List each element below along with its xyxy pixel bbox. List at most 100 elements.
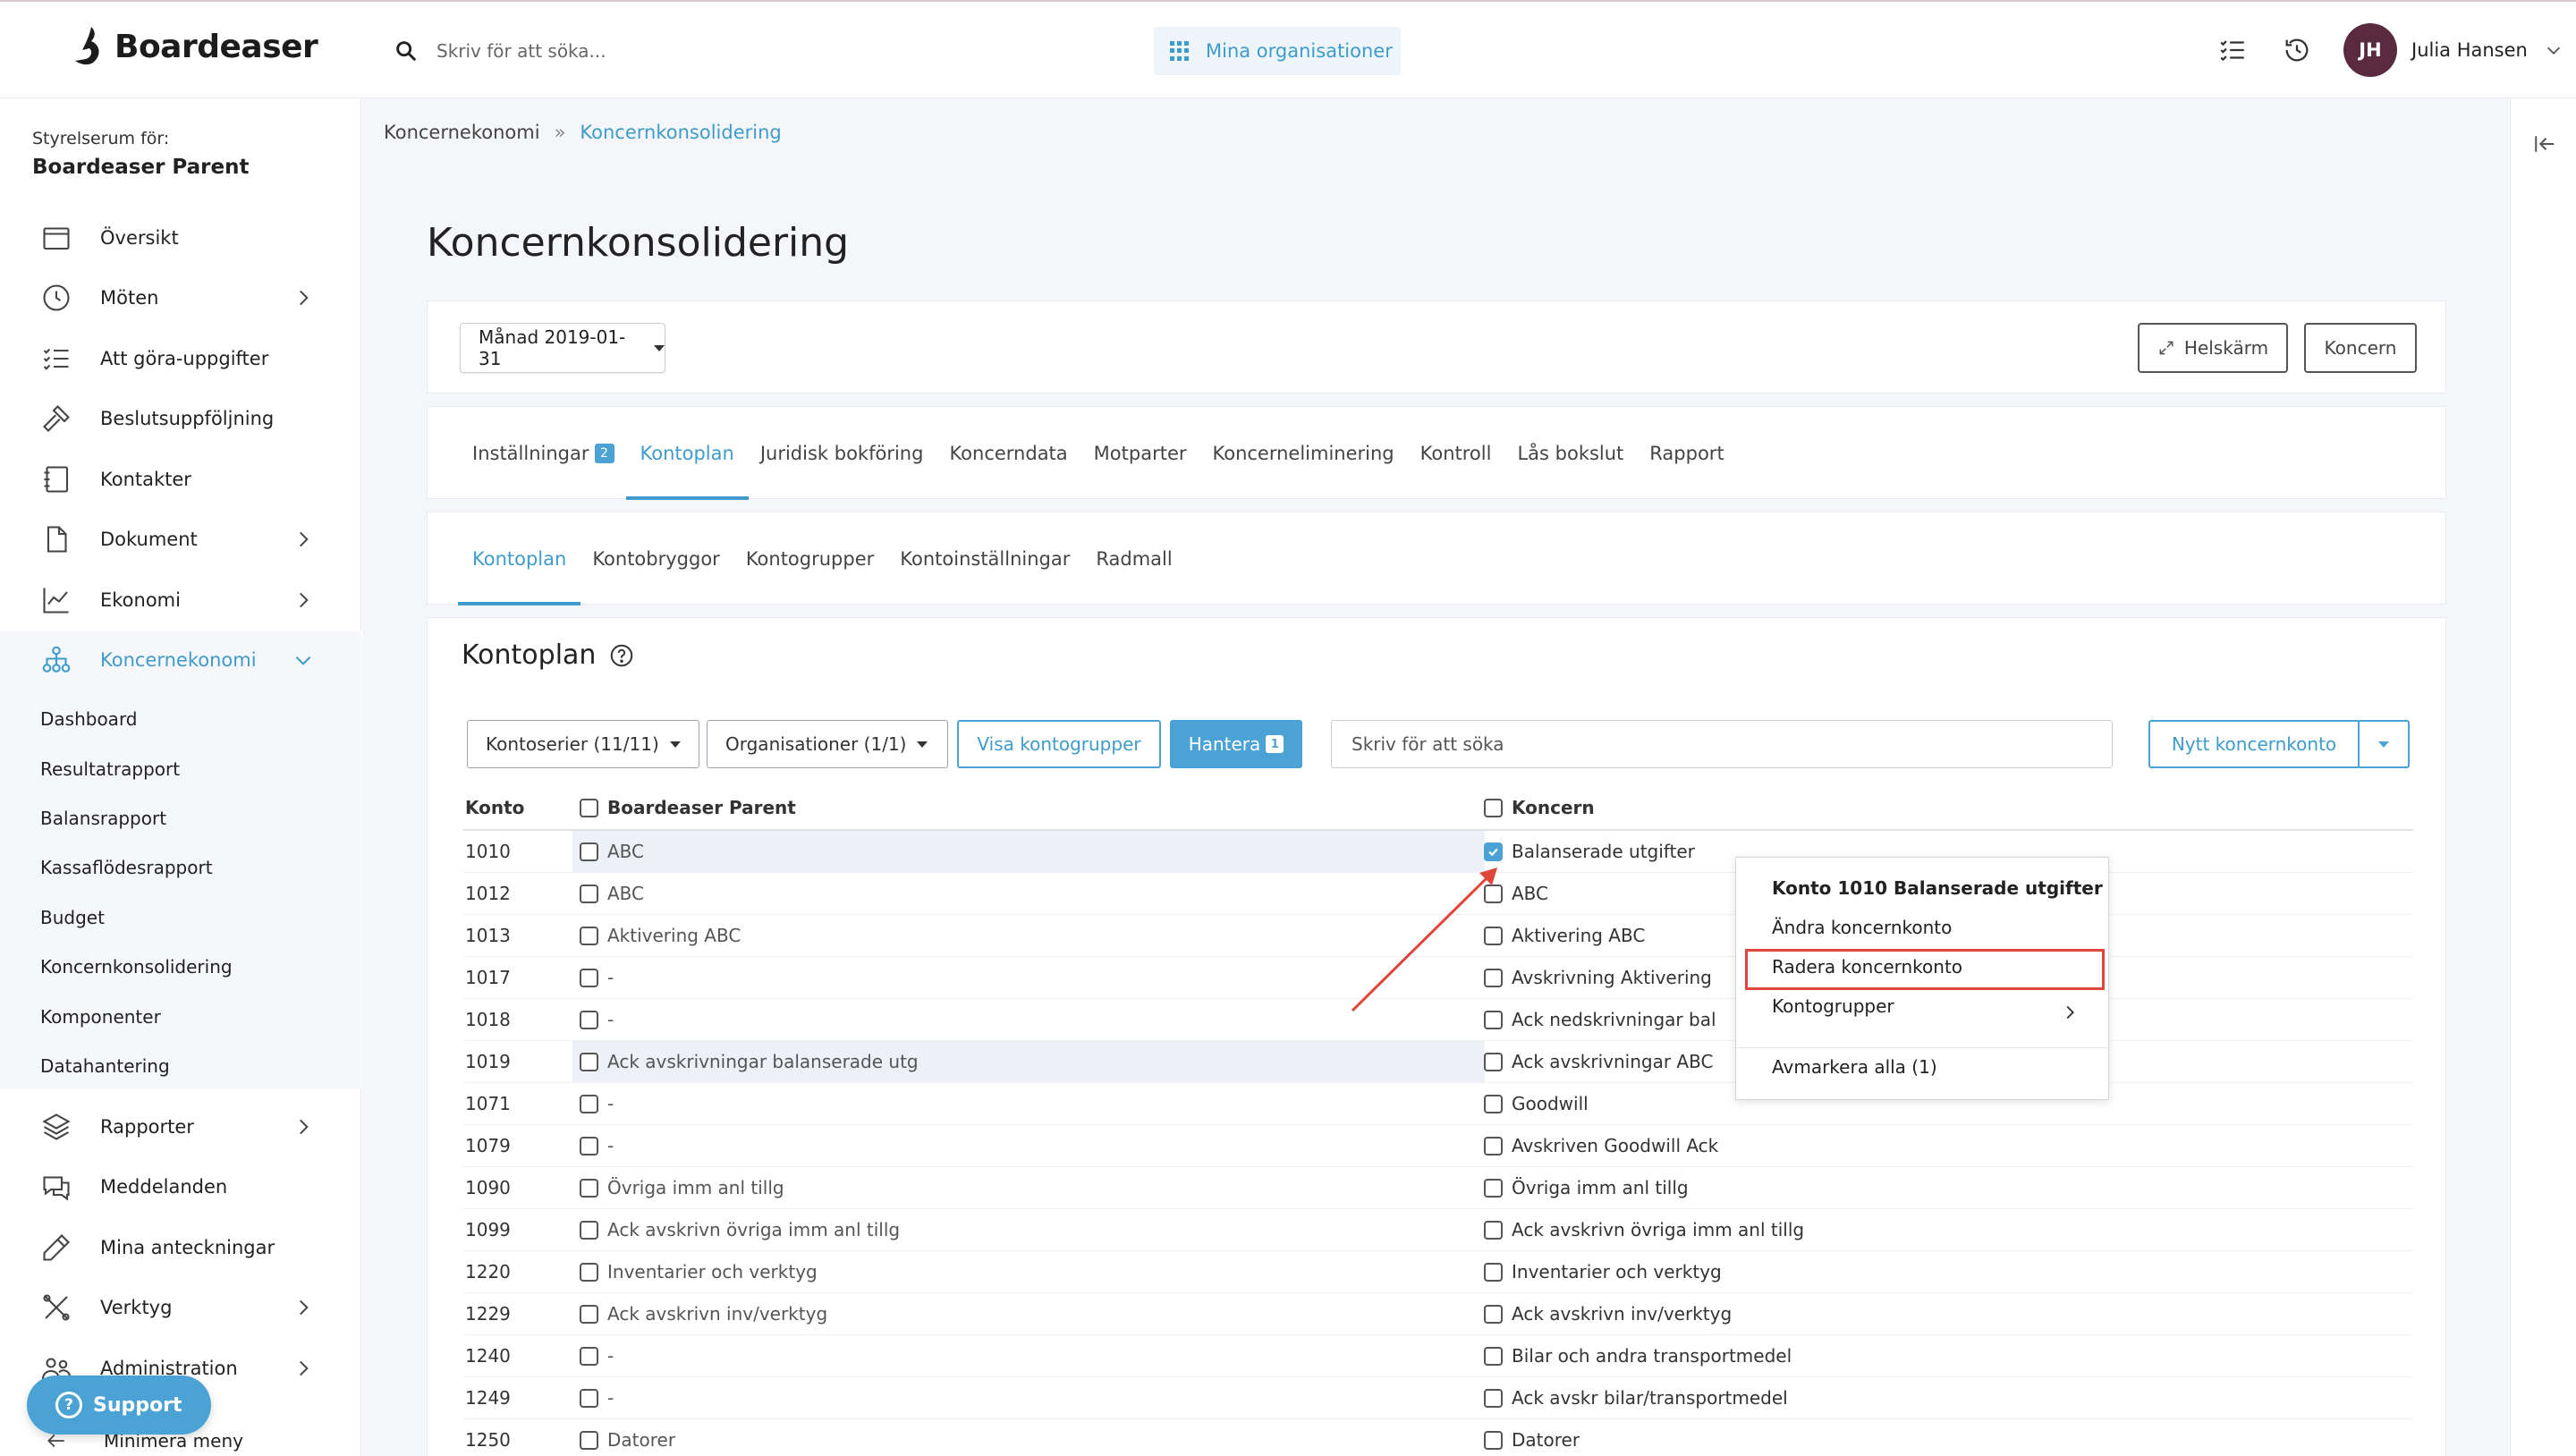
submenu-item-consolidation[interactable]: Koncernkonsolidering	[40, 956, 233, 978]
sidebar-item-tasks[interactable]: Att göra-uppgifter	[0, 330, 361, 387]
kontoplan-search[interactable]	[1331, 720, 2113, 768]
table-row[interactable]: 1012 ABC ABC	[463, 873, 2413, 915]
breadcrumb-current[interactable]: Koncernkonsolidering	[580, 122, 781, 143]
parent-account-checkbox[interactable]	[580, 1094, 598, 1113]
subtab-kontogrupper[interactable]: Kontogrupper	[746, 512, 874, 605]
account-groups-item[interactable]: Kontogrupper	[1772, 995, 1894, 1017]
tab-juridisk-bokforing[interactable]: Juridisk bokföring	[760, 407, 924, 500]
submenu-item-data-management[interactable]: Datahantering	[40, 1055, 170, 1077]
unselect-all-item[interactable]: Avmarkera alla (1)	[1772, 1056, 1937, 1078]
tab-motparter[interactable]: Motparter	[1094, 407, 1187, 500]
subtab-kontobryggor[interactable]: Kontobryggor	[592, 512, 720, 605]
sidebar-item-documents[interactable]: Dokument	[0, 511, 361, 568]
group-account-checkbox[interactable]	[1484, 842, 1503, 861]
sidebar-item-notes[interactable]: Mina anteckningar	[0, 1219, 361, 1276]
submenu-item-dashboard[interactable]: Dashboard	[40, 708, 138, 730]
parent-account-checkbox[interactable]	[580, 1388, 598, 1408]
group-account-checkbox[interactable]	[1484, 1220, 1503, 1240]
table-row[interactable]: 1229 Ack avskrivn inv/verktyg Ack avskrivn…	[463, 1293, 2413, 1335]
tab-koncerndata[interactable]: Koncerndata	[949, 407, 1067, 500]
parent-account-checkbox[interactable]	[580, 1052, 598, 1071]
account-series-dropdown[interactable]: Kontoserier (11/11)	[467, 720, 699, 768]
select-all-koncern-checkbox[interactable]	[1484, 798, 1503, 817]
sidebar-item-messages[interactable]: Meddelanden	[0, 1158, 361, 1215]
group-account-checkbox[interactable]	[1484, 1388, 1503, 1408]
submenu-item-components[interactable]: Komponenter	[40, 1006, 161, 1028]
parent-account-checkbox[interactable]	[580, 1430, 598, 1450]
tasks-button[interactable]	[2215, 32, 2250, 68]
parent-account-checkbox[interactable]	[580, 1346, 598, 1366]
table-row[interactable]: 1079 - Avskriven Goodwill Ack	[463, 1125, 2413, 1167]
sidebar-item-moten[interactable]: Möten	[0, 269, 361, 326]
group-account-checkbox[interactable]	[1484, 1262, 1503, 1282]
my-organisations-button[interactable]: Mina organisationer	[1154, 27, 1401, 75]
group-account-checkbox[interactable]	[1484, 884, 1503, 903]
sidebar-item-economy[interactable]: Ekonomi	[0, 571, 361, 629]
history-button[interactable]	[2279, 32, 2315, 68]
parent-account-checkbox[interactable]	[580, 884, 598, 903]
group-account-checkbox[interactable]	[1484, 1430, 1503, 1450]
tab-rapport[interactable]: Rapport	[1649, 407, 1724, 500]
sidebar-item-decisions[interactable]: Beslutsuppföljning	[0, 390, 361, 447]
subtab-kontoinstallningar[interactable]: Kontoinställningar	[900, 512, 1070, 605]
group-account-checkbox[interactable]	[1484, 1136, 1503, 1155]
parent-account-checkbox[interactable]	[580, 1178, 598, 1198]
user-menu[interactable]: JH Julia Hansen	[2343, 23, 2563, 77]
global-search-input[interactable]	[436, 40, 1063, 62]
group-account-checkbox[interactable]	[1484, 1010, 1503, 1029]
table-row[interactable]: 1099 Ack avskrivn övriga imm anl tillg Ack…	[463, 1209, 2413, 1251]
parent-account-checkbox[interactable]	[580, 926, 598, 945]
new-group-account-dropdown-toggle[interactable]	[2360, 722, 2408, 766]
organisations-dropdown[interactable]: Organisationer (1/1)	[707, 720, 948, 768]
group-account-checkbox[interactable]	[1484, 1094, 1503, 1113]
show-account-groups-button[interactable]: Visa kontogrupper	[957, 720, 1161, 768]
kontoplan-search-input[interactable]	[1352, 733, 2085, 755]
submenu-item-income-report[interactable]: Resultatrapport	[40, 758, 180, 780]
table-row[interactable]: 1250 Datorer Datorer	[463, 1419, 2413, 1456]
table-row[interactable]: 1090 Övriga imm anl tillg Övriga imm anl t…	[463, 1167, 2413, 1209]
table-row[interactable]: 1249 - Ack avskr bilar/transportmedel	[463, 1377, 2413, 1419]
subtab-kontoplan[interactable]: Kontoplan	[457, 512, 581, 605]
group-account-checkbox[interactable]	[1484, 1346, 1503, 1366]
submenu-item-budget[interactable]: Budget	[40, 907, 105, 928]
subtab-radmall[interactable]: Radmall	[1096, 512, 1172, 605]
sidebar-item-tools[interactable]: Verktyg	[0, 1279, 361, 1336]
group-account-checkbox[interactable]	[1484, 1304, 1503, 1324]
table-row[interactable]: 1240 - Bilar och andra transportmedel	[463, 1335, 2413, 1377]
help-circle-icon[interactable]	[608, 642, 635, 669]
sidebar-item-reports[interactable]: Rapporter	[0, 1098, 361, 1155]
table-row[interactable]: 1010 ABC Balanserade utgifter	[463, 831, 2413, 873]
new-group-account-button[interactable]: Nytt koncernkonto	[2150, 722, 2360, 766]
sidebar-item-contacts[interactable]: Kontakter	[0, 451, 361, 508]
table-row[interactable]: 1220 Inventarier och verktyg Inventarier o…	[463, 1251, 2413, 1293]
parent-account-checkbox[interactable]	[580, 1262, 598, 1282]
parent-account-checkbox[interactable]	[580, 1220, 598, 1240]
table-row[interactable]: 1018 - Ack nedskrivningar bal	[463, 999, 2413, 1041]
parent-account-checkbox[interactable]	[580, 1136, 598, 1155]
tab-kontroll[interactable]: Kontroll	[1420, 407, 1492, 500]
sidebar-item-group-economy[interactable]: Koncernekonomi	[0, 631, 361, 689]
support-button[interactable]: ? Support	[27, 1376, 211, 1435]
tab-las-bokslut[interactable]: Lås bokslut	[1517, 407, 1623, 500]
delete-group-account-item[interactable]: Radera koncernkonto	[1772, 956, 1962, 978]
group-account-checkbox[interactable]	[1484, 968, 1503, 987]
global-search[interactable]	[394, 29, 1109, 73]
tab-installningar[interactable]: Inställningar 2	[472, 407, 614, 500]
table-row[interactable]: 1017 - Avskrivning Aktivering	[463, 957, 2413, 999]
parent-account-checkbox[interactable]	[580, 968, 598, 987]
parent-account-checkbox[interactable]	[580, 1010, 598, 1029]
sidebar-item-oversikt[interactable]: Översikt	[0, 209, 361, 267]
parent-account-checkbox[interactable]	[580, 842, 598, 861]
submenu-item-cashflow-report[interactable]: Kassaflödesrapport	[40, 857, 213, 878]
boardeaser-logo[interactable]: Boardeaser	[73, 23, 318, 70]
breadcrumb-parent[interactable]: Koncernekonomi	[384, 122, 540, 143]
group-account-checkbox[interactable]	[1484, 926, 1503, 945]
koncern-button[interactable]: Koncern	[2304, 323, 2417, 373]
parent-account-checkbox[interactable]	[580, 1304, 598, 1324]
table-row[interactable]: 1071 - Goodwill	[463, 1083, 2413, 1125]
table-row[interactable]: 1013 Aktivering ABC Aktivering ABC	[463, 915, 2413, 957]
fullscreen-button[interactable]: Helskärm	[2138, 323, 2288, 373]
edit-group-account-item[interactable]: Ändra koncernkonto	[1772, 917, 1952, 938]
group-account-checkbox[interactable]	[1484, 1052, 1503, 1071]
tab-koncerneliminering[interactable]: Koncerneliminering	[1213, 407, 1394, 500]
